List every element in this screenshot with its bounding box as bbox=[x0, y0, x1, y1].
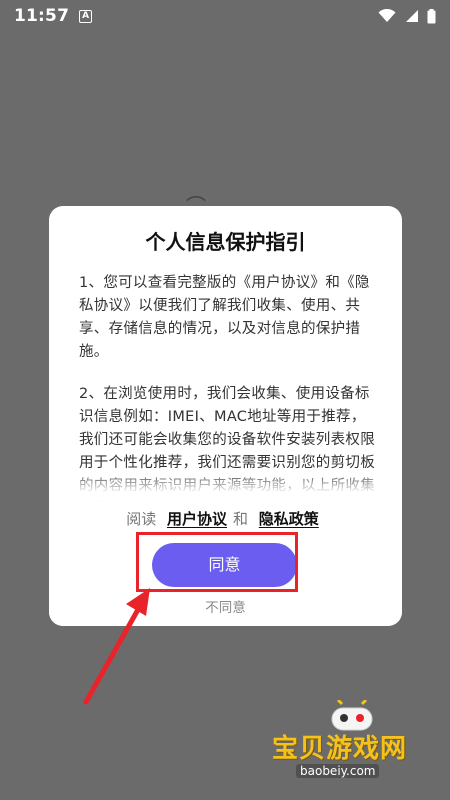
notification-icon: A bbox=[79, 9, 93, 23]
status-right bbox=[378, 8, 436, 24]
status-time: 11:57 bbox=[14, 6, 70, 26]
privacy-dialog: 个人信息保护指引 1、您可以查看完整版的《用户协议》和《隐私协议》以便我们了解我… bbox=[49, 206, 402, 626]
cellular-signal-icon bbox=[406, 10, 418, 22]
status-left: 11:57 A bbox=[14, 6, 93, 26]
dialog-title: 个人信息保护指引 bbox=[145, 230, 306, 254]
watermark-brand: 宝贝游戏网 bbox=[272, 734, 408, 764]
and-word: 和 bbox=[233, 510, 249, 528]
status-bar: 11:57 A bbox=[0, 0, 450, 32]
battery-icon bbox=[427, 8, 436, 23]
paragraph-1: 1、您可以查看完整版的《用户协议》和《隐私协议》以便我们了解我们收集、使用、共享… bbox=[79, 275, 370, 360]
privacy-policy-link[interactable]: 隐私政策 bbox=[259, 510, 319, 528]
agreement-line: 阅读 用户协议和 隐私政策 bbox=[49, 508, 402, 529]
user-agreement-link[interactable]: 用户协议 bbox=[167, 510, 227, 528]
body-fade bbox=[49, 470, 402, 506]
watermark: 宝贝游戏网 baobeiy.com bbox=[268, 700, 440, 790]
wifi-icon bbox=[378, 9, 396, 22]
watermark-url: baobeiy.com bbox=[296, 764, 380, 778]
read-prefix: 阅读 bbox=[126, 510, 157, 528]
annotation-highlight-box bbox=[136, 532, 298, 592]
annotation-arrow-icon bbox=[83, 588, 150, 705]
